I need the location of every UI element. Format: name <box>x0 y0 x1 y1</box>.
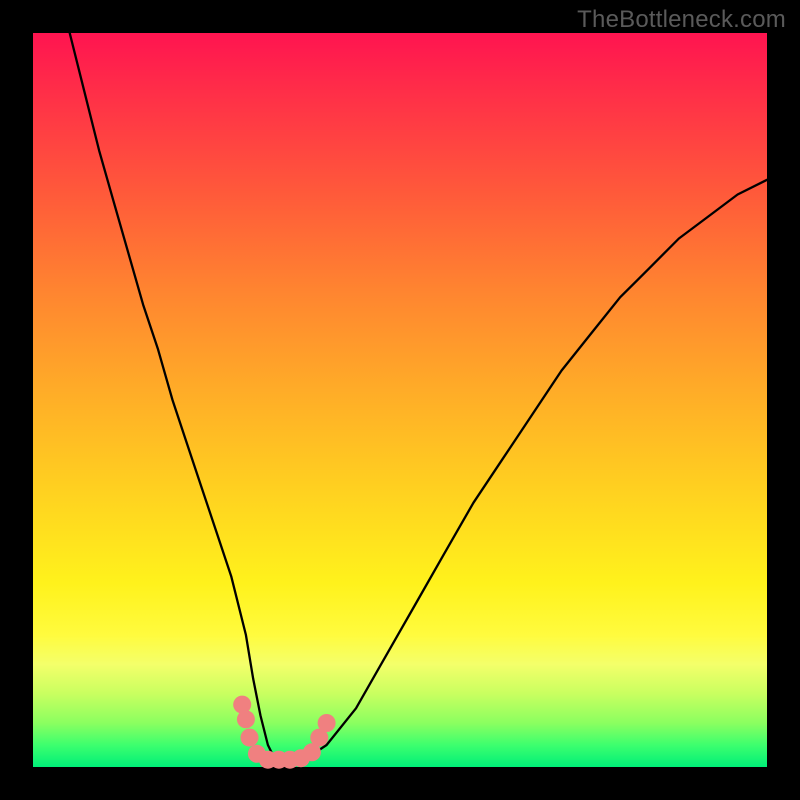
chart-frame: TheBottleneck.com <box>0 0 800 800</box>
marker-dots <box>233 696 335 769</box>
bottleneck-curve-svg <box>33 33 767 767</box>
plot-area <box>33 33 767 767</box>
curve-line <box>70 33 767 767</box>
watermark-text: TheBottleneck.com <box>577 6 786 34</box>
